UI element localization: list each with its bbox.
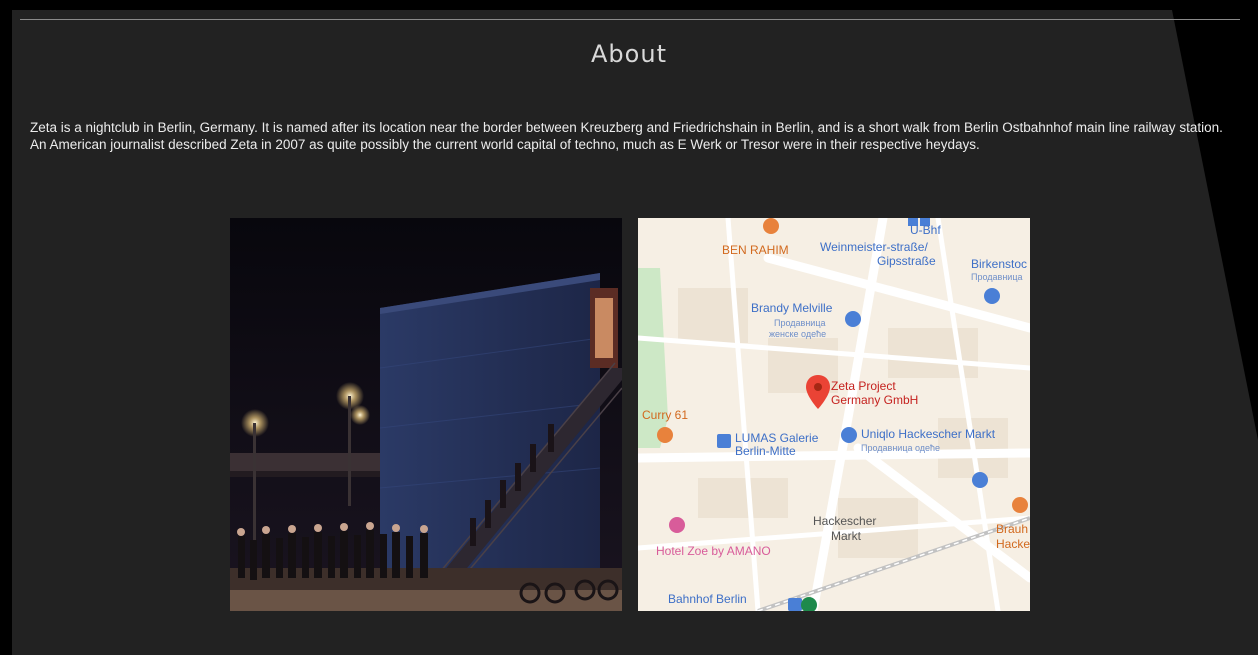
map-label-brandy-sub1: Продавница <box>774 318 826 328</box>
content-panel <box>12 10 1258 655</box>
map-label-brandy-melville: Brandy Melville <box>751 301 833 315</box>
map-label-hackescher-2: Markt <box>831 529 861 543</box>
club-photo <box>230 218 622 611</box>
map-label-zeta-1[interactable]: Zeta Project <box>831 380 896 393</box>
map-label-birkenstock: Birkenstoc <box>971 257 1028 271</box>
map-label-bahnhof: Bahnhof Berlin <box>668 592 747 606</box>
about-description: Zeta is a nightclub in Berlin, Germany. … <box>30 120 1223 152</box>
location-map[interactable]: U-Bhf BEN RAHIM Weinmeister-straße/ Gips… <box>638 218 1030 611</box>
map-label-curry-61: Curry 61 <box>642 408 689 422</box>
map-label-u-bhf: U-Bhf <box>910 223 941 237</box>
map-label-weinmeister: Weinmeister-straße/ <box>820 240 928 254</box>
map-label-gipsstrasse: Gipsstraße <box>877 254 936 268</box>
map-label-ben-rahim: BEN RAHIM <box>722 243 789 257</box>
map-label-hackescher-1: Hackescher <box>813 514 877 528</box>
top-divider <box>20 19 1240 20</box>
map-label-brandy-sub2: женске одеће <box>769 329 827 339</box>
map-label-brauh-1: Brauh <box>996 522 1029 536</box>
page-title: About <box>591 40 667 68</box>
map-label-lumas-2: Berlin-Mitte <box>735 444 796 458</box>
map-label-zeta-2[interactable]: Germany GmbH <box>831 394 918 407</box>
map-label-brauh-2: Hacke <box>996 537 1030 551</box>
map-label-birkenstock-sub: Продавница <box>971 272 1023 282</box>
map-label-hotel-zoe: Hotel Zoe by AMANO <box>656 544 771 558</box>
map-label-uniqlo: Uniqlo Hackescher Markt <box>861 427 996 441</box>
map-label-uniqlo-sub: Продавница одеће <box>861 443 941 453</box>
